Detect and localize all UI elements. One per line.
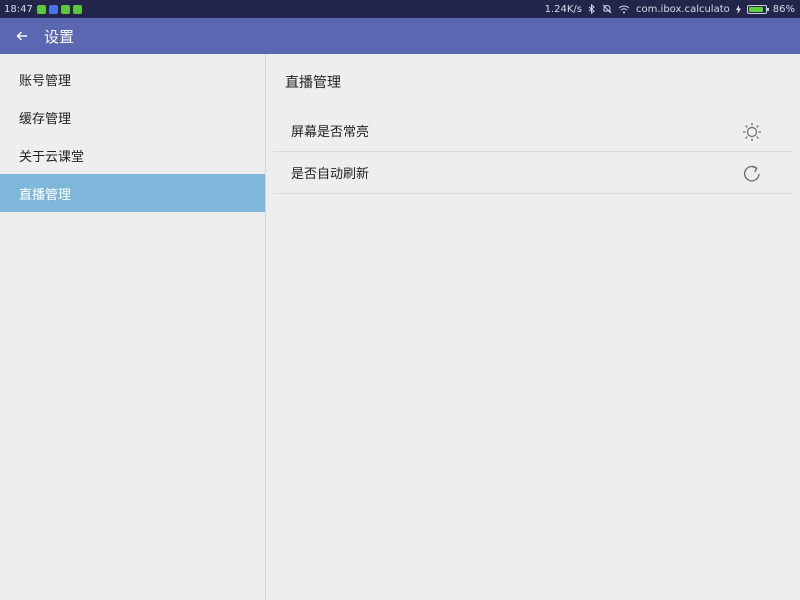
status-bar-left: 18:47 (0, 4, 85, 15)
refresh-icon[interactable] (741, 163, 763, 185)
main-panel: 直播管理 屏幕是否常亮 是否自动刷新 (267, 54, 800, 600)
battery-level (748, 6, 763, 12)
setting-row-keep-screen-on[interactable]: 屏幕是否常亮 (273, 110, 793, 152)
setting-label: 是否自动刷新 (291, 167, 370, 182)
back-button[interactable] (0, 18, 44, 54)
section-title: 直播管理 (285, 75, 341, 91)
charging-icon (735, 4, 741, 14)
brightness-icon[interactable] (741, 121, 763, 143)
sidebar-item-cache[interactable]: 缓存管理 (0, 98, 265, 136)
page-title: 设置 (44, 27, 75, 46)
setting-row-auto-refresh[interactable]: 是否自动刷新 (273, 152, 793, 194)
sidebar-item-label: 账号管理 (19, 73, 72, 89)
arrow-left-icon (16, 31, 27, 41)
setting-label: 屏幕是否常亮 (291, 125, 370, 140)
battery-icon (746, 4, 769, 14)
app-package-label: com.ibox.calculato (636, 3, 730, 15)
net-speed: 1.24K/s (544, 3, 582, 15)
notification-icon (72, 4, 82, 14)
wifi-icon (618, 5, 630, 13)
notification-icon (36, 4, 46, 14)
sidebar-item-account[interactable]: 账号管理 (0, 60, 265, 98)
bluetooth-icon (588, 4, 595, 14)
notification-icon (60, 4, 70, 14)
notification-icon (48, 4, 58, 14)
status-bar: 18:47 1.24K/s com.ibox.calculato 86% (0, 0, 800, 18)
sidebar-item-label: 直播管理 (19, 187, 72, 203)
sidebar: 账号管理 缓存管理 关于云课堂 直播管理 (0, 54, 266, 600)
status-time: 18:47 (4, 3, 33, 15)
alarm-off-icon (602, 4, 612, 14)
app-bar: 设置 (0, 18, 800, 54)
sidebar-item-about[interactable]: 关于云课堂 (0, 136, 265, 174)
sidebar-item-live[interactable]: 直播管理 (0, 174, 265, 212)
status-bar-right: 1.24K/s com.ibox.calculato 86% (539, 4, 800, 15)
battery-percent: 86% (772, 3, 795, 15)
sidebar-item-label: 缓存管理 (19, 111, 72, 127)
sidebar-item-label: 关于云课堂 (19, 149, 85, 165)
